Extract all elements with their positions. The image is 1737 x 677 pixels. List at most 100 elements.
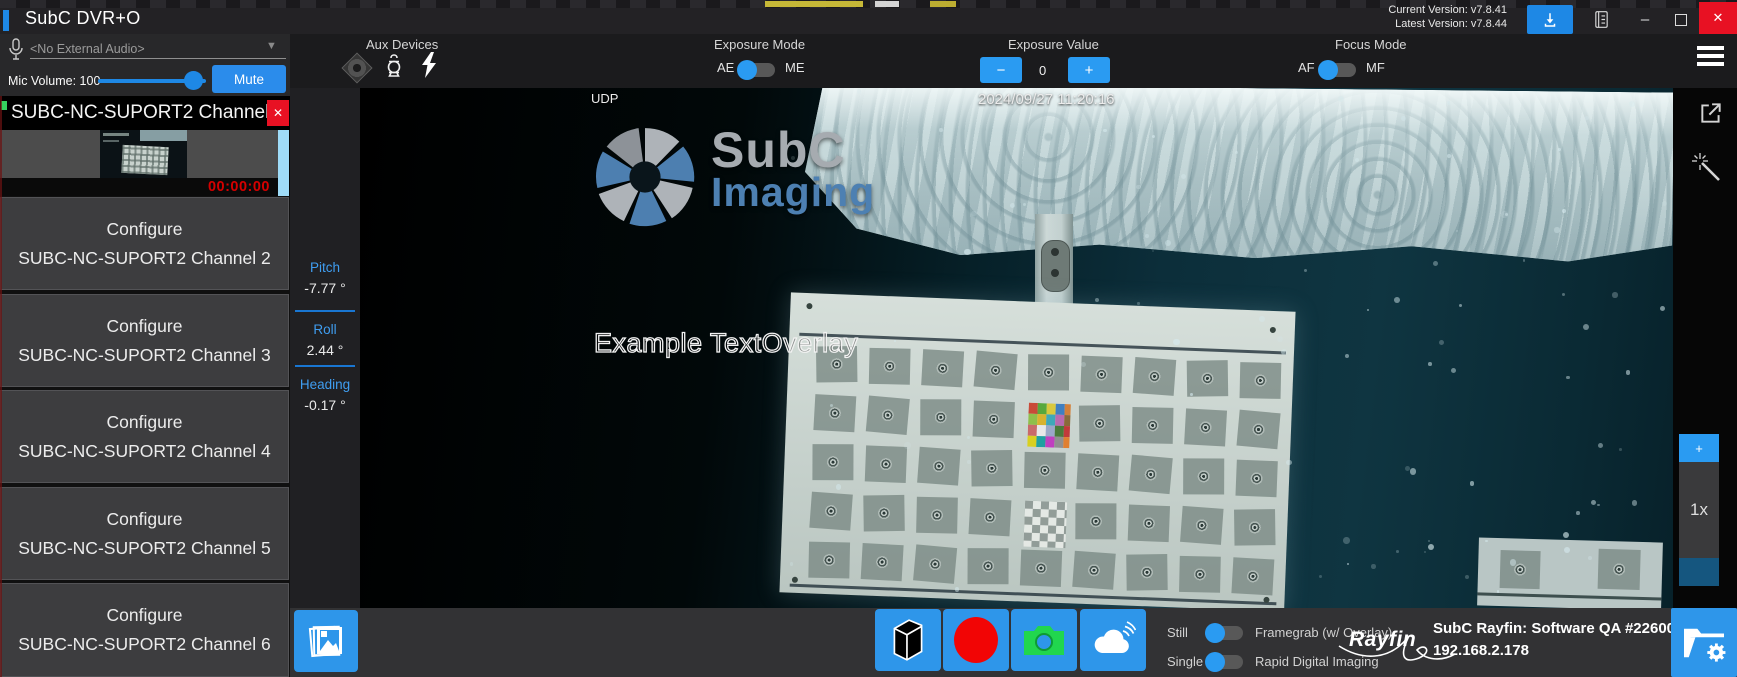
aux-strobe-button[interactable] <box>419 51 439 84</box>
focus-mode-toggle[interactable] <box>1320 63 1356 77</box>
timestamp-overlay: 2024/09/27 11:20:16 <box>978 91 1115 108</box>
stream-protocol-overlay: UDP <box>591 91 618 106</box>
lightning-icon <box>419 51 439 79</box>
hamburger-icon <box>1697 46 1724 50</box>
secondary-target-shelf <box>1477 537 1663 608</box>
maximize-icon <box>1675 14 1687 26</box>
video-viewport: UDP 2024/09/27 11:20:16 SubC Imaging <box>360 88 1673 608</box>
folder-gear-icon <box>1681 623 1727 663</box>
channel-1-preview[interactable]: 00:00:00 <box>0 130 290 196</box>
media-gallery-button[interactable] <box>294 610 358 672</box>
exposure-decrease-button[interactable]: − <box>980 57 1022 83</box>
exposure-mode-toggle[interactable] <box>739 63 775 77</box>
configure-channel-2-button[interactable]: Configure SUBC-NC-SUPORT2 Channel 2 <box>0 197 289 290</box>
exposure-manual-label: ME <box>785 60 805 75</box>
record-button[interactable] <box>943 609 1009 671</box>
window-left-edge <box>0 96 2 677</box>
watermark-line1: SubC <box>711 125 875 175</box>
changelog-button[interactable] <box>1584 5 1618 34</box>
configure-channel-5-button[interactable]: Configure SUBC-NC-SUPORT2 Channel 5 <box>0 487 289 580</box>
chevron-down-icon[interactable]: ▼ <box>266 40 277 52</box>
configure-channel-6-button[interactable]: Configure SUBC-NC-SUPORT2 Channel 6 <box>0 583 289 677</box>
camera-icon <box>1022 623 1066 657</box>
3d-capture-button[interactable] <box>875 609 941 671</box>
lamp-icon <box>382 52 406 80</box>
cloud-icon <box>1090 621 1136 659</box>
channel-1-thumbnail[interactable] <box>100 130 187 178</box>
version-info: Current Version: v7.8.41 Latest Version:… <box>1227 3 1507 31</box>
audio-panel: <No External Audio> ▼ Mic Volume: 100 Mu… <box>0 34 290 96</box>
focus-mode-label: Focus Mode <box>1335 37 1407 52</box>
menu-button[interactable] <box>1697 46 1724 70</box>
camera-ip: 192.168.2.178 <box>1433 642 1529 659</box>
channel-1-close-button[interactable]: ✕ <box>267 100 289 126</box>
water-surface <box>804 88 1673 263</box>
exposure-value: 0 <box>1039 63 1046 78</box>
gray-checker-patch <box>1023 501 1067 549</box>
auto-adjust-button[interactable] <box>1691 152 1723 189</box>
minimize-button[interactable]: – <box>1628 5 1662 34</box>
record-timer: 00:00:00 <box>208 179 270 195</box>
subc-dvr-window: SubC DVR+O Current Version: v7.8.41 Late… <box>0 0 1737 677</box>
bracket-clamp <box>1041 240 1070 292</box>
camera-toolbar: Aux Devices Exposure Mode AE ME Exposure… <box>290 34 1737 88</box>
single-mode-toggle[interactable] <box>1207 655 1243 669</box>
cloud-upload-button[interactable] <box>1080 609 1146 671</box>
zoom-out-button[interactable] <box>1679 558 1719 586</box>
aux-sensor-icon[interactable] <box>341 52 372 83</box>
channel-1-header[interactable]: SUBC-NC-SUPORT2 Channel 1 ✕ <box>0 96 290 130</box>
heading-value: -0.17 ° <box>290 397 360 413</box>
mic-volume-label: Mic Volume: 100 <box>8 74 100 88</box>
taskbar-fragment <box>765 1 863 7</box>
roll-label: Roll <box>290 322 360 337</box>
right-tool-strip: + 1x <box>1673 88 1737 608</box>
preview-letterbox-left <box>0 130 100 178</box>
exposure-auto-label: AE <box>717 60 734 75</box>
download-icon <box>1541 11 1559 29</box>
color-checker-patch <box>1027 403 1071 449</box>
taskbar-fragment <box>875 1 899 7</box>
magic-wand-icon <box>1691 152 1723 184</box>
exposure-mode-label: Exposure Mode <box>714 37 805 52</box>
configure-channel-3-button[interactable]: Configure SUBC-NC-SUPORT2 Channel 3 <box>0 294 289 387</box>
aux-lamp-button[interactable] <box>382 52 406 85</box>
download-update-button[interactable] <box>1527 5 1573 34</box>
latest-version: Latest Version: v7.8.44 <box>1227 17 1507 31</box>
current-version: Current Version: v7.8.41 <box>1227 3 1507 17</box>
mic-volume-slider-knob[interactable] <box>184 71 203 90</box>
single-label: Single <box>1167 654 1203 669</box>
toggle-knob <box>1205 623 1225 643</box>
rayfin-brand-text: Rayfin <box>1349 628 1416 652</box>
toggle-knob <box>1318 60 1338 80</box>
configure-channel-4-button[interactable]: Configure SUBC-NC-SUPORT2 Channel 4 <box>0 390 289 483</box>
zoom-in-button[interactable]: + <box>1679 434 1719 462</box>
exposure-increase-button[interactable]: + <box>1068 57 1110 83</box>
focus-manual-label: MF <box>1366 60 1385 75</box>
watermark-line2: Imaging <box>711 171 875 213</box>
roll-value: 2.44 ° <box>290 342 360 358</box>
app-accent-mark <box>3 10 9 31</box>
channel-scrollbar[interactable] <box>278 130 289 196</box>
capture-bar: Still Framegrab (w/ Overlay) Single Rapi… <box>290 608 1737 677</box>
file-settings-button[interactable] <box>1671 608 1737 677</box>
audio-source-underline <box>30 58 286 59</box>
pitch-label: Pitch <box>290 260 360 275</box>
photos-icon <box>306 621 346 661</box>
external-link-icon <box>1698 100 1724 126</box>
app-title: SubC DVR+O <box>25 8 141 29</box>
close-button[interactable]: ✕ <box>1699 2 1737 34</box>
heading-label: Heading <box>290 377 360 392</box>
still-mode-toggle[interactable] <box>1207 626 1243 640</box>
toggle-knob <box>737 60 757 80</box>
record-timer-bar: 00:00:00 <box>0 178 278 196</box>
maximize-button[interactable] <box>1664 5 1698 34</box>
snapshot-button[interactable] <box>1011 609 1077 671</box>
channel-1-name: SUBC-NC-SUPORT2 Channel 1 <box>11 102 285 124</box>
changelog-icon <box>1593 10 1610 29</box>
audio-source-select[interactable]: <No External Audio> <box>30 42 145 56</box>
aux-devices-label: Aux Devices <box>366 37 438 52</box>
telemetry-divider <box>295 365 355 367</box>
mute-button[interactable]: Mute <box>212 65 286 93</box>
popout-view-button[interactable] <box>1698 100 1724 131</box>
text-overlay: Example TextOverlay <box>594 328 858 359</box>
